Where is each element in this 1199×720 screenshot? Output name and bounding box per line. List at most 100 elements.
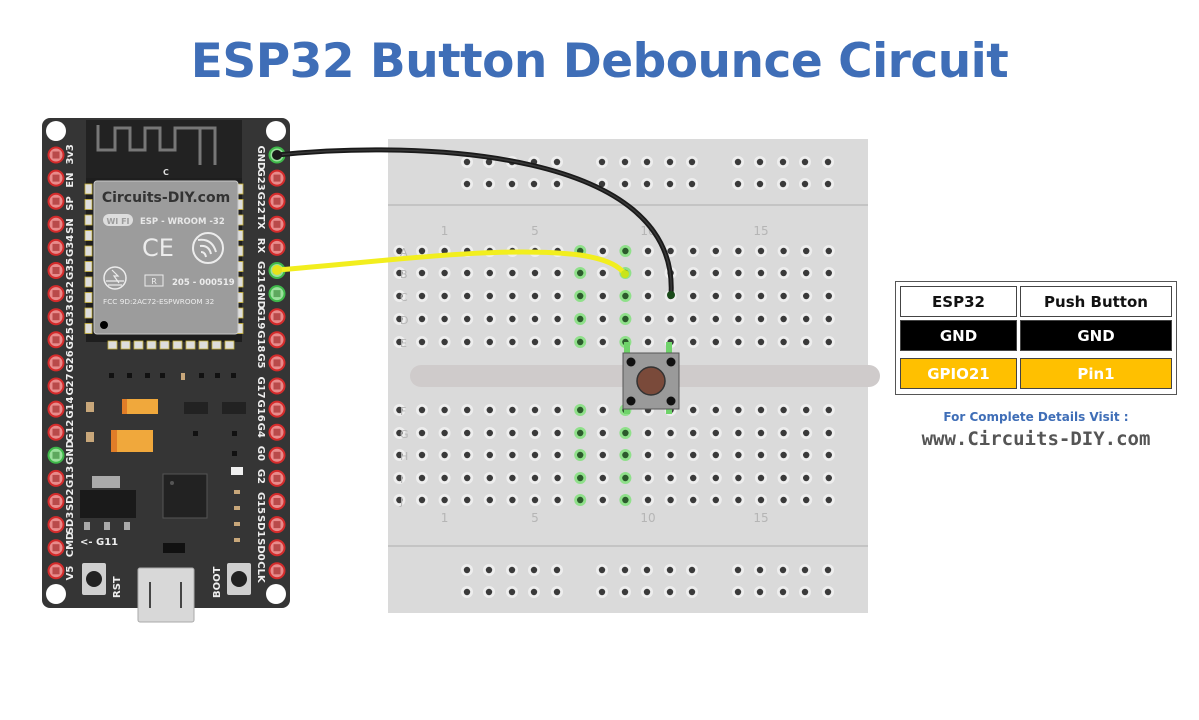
breadboard-hole[interactable] — [483, 336, 496, 348]
breadboard-hole[interactable] — [755, 427, 767, 439]
breadboard-hole[interactable] — [800, 313, 813, 325]
power-rail-hole[interactable] — [641, 156, 653, 168]
breadboard-hole[interactable] — [416, 427, 428, 439]
breadboard-hole[interactable] — [687, 472, 700, 484]
power-rail-hole[interactable] — [461, 178, 473, 190]
breadboard-hole[interactable] — [822, 290, 835, 302]
breadboard-hole[interactable] — [416, 449, 428, 461]
breadboard-hole[interactable] — [483, 290, 496, 302]
boot-button[interactable] — [227, 563, 251, 595]
breadboard-hole[interactable] — [551, 267, 564, 279]
breadboard-hole[interactable] — [687, 245, 700, 257]
power-rail-hole[interactable] — [551, 156, 563, 168]
breadboard-hole[interactable] — [461, 449, 474, 461]
power-rail-hole[interactable] — [664, 586, 676, 598]
breadboard-hole[interactable] — [461, 472, 474, 484]
breadboard-hole-connected[interactable] — [619, 449, 632, 461]
breadboard-hole[interactable] — [438, 290, 451, 302]
breadboard-hole[interactable] — [596, 267, 609, 279]
breadboard-hole[interactable] — [777, 494, 790, 506]
power-rail-hole[interactable] — [551, 178, 563, 190]
breadboard-hole[interactable] — [687, 313, 700, 325]
breadboard-hole[interactable] — [709, 313, 722, 325]
power-rail-hole[interactable] — [799, 178, 811, 190]
power-rail-hole[interactable] — [528, 586, 540, 598]
breadboard-hole[interactable] — [687, 427, 700, 439]
breadboard-hole[interactable] — [529, 336, 541, 348]
breadboard-hole[interactable] — [506, 472, 519, 484]
breadboard-hole[interactable] — [416, 472, 428, 484]
breadboard-hole[interactable] — [506, 267, 519, 279]
breadboard-hole[interactable] — [800, 336, 813, 348]
breadboard-hole[interactable] — [709, 449, 722, 461]
power-rail-hole[interactable] — [551, 586, 563, 598]
header-pin-cmd[interactable] — [47, 539, 65, 557]
breadboard-hole-connected[interactable] — [619, 427, 632, 439]
breadboard-hole[interactable] — [506, 336, 519, 348]
breadboard-hole[interactable] — [777, 290, 790, 302]
breadboard-hole[interactable] — [755, 245, 767, 257]
breadboard-hole[interactable] — [438, 449, 451, 461]
header-pin-g15[interactable] — [268, 493, 286, 510]
power-rail-hole[interactable] — [596, 586, 608, 598]
power-rail-hole[interactable] — [596, 564, 608, 576]
breadboard-hole[interactable] — [461, 494, 474, 506]
power-rail-hole[interactable] — [483, 564, 495, 576]
breadboard-hole[interactable] — [416, 267, 428, 279]
breadboard-hole[interactable] — [777, 336, 790, 348]
breadboard-hole-connected[interactable] — [574, 290, 587, 302]
breadboard-hole[interactable] — [596, 427, 609, 439]
breadboard-hole[interactable] — [822, 245, 835, 257]
header-pin-sd1[interactable] — [268, 516, 286, 534]
breadboard-hole[interactable] — [596, 336, 609, 348]
breadboard-hole[interactable] — [709, 472, 722, 484]
power-rail-hole[interactable] — [641, 586, 653, 598]
breadboard-hole[interactable] — [438, 494, 451, 506]
breadboard-hole[interactable] — [755, 336, 767, 348]
breadboard-hole[interactable] — [483, 427, 496, 439]
power-rail-hole[interactable] — [799, 564, 811, 576]
power-rail-hole[interactable] — [619, 156, 631, 168]
breadboard-hole[interactable] — [687, 449, 700, 461]
breadboard-hole[interactable] — [664, 472, 677, 484]
power-rail-hole[interactable] — [641, 564, 653, 576]
header-pin-clk[interactable] — [268, 562, 286, 580]
breadboard-hole[interactable] — [416, 336, 428, 348]
breadboard-hole[interactable] — [732, 494, 745, 506]
breadboard-hole[interactable] — [642, 494, 654, 506]
power-rail-hole[interactable] — [551, 564, 563, 576]
power-rail-hole[interactable] — [528, 564, 540, 576]
power-rail-hole[interactable] — [483, 586, 495, 598]
breadboard-hole[interactable] — [755, 313, 767, 325]
power-rail-hole[interactable] — [619, 586, 631, 598]
breadboard-hole[interactable] — [529, 404, 541, 416]
header-pin-g13[interactable] — [47, 469, 65, 487]
breadboard-hole-connected[interactable] — [619, 494, 632, 506]
power-rail-hole[interactable] — [619, 178, 631, 190]
header-pin-g23[interactable] — [268, 169, 286, 187]
header-pin-g27[interactable] — [47, 377, 65, 395]
header-pin-3v3[interactable] — [47, 146, 65, 164]
breadboard-hole[interactable] — [755, 267, 767, 279]
breadboard-hole[interactable] — [709, 336, 722, 348]
breadboard-hole-connected[interactable] — [619, 290, 632, 302]
rst-button[interactable] — [82, 563, 106, 595]
push-button[interactable] — [622, 342, 680, 414]
power-rail-hole[interactable] — [483, 178, 495, 190]
breadboard-hole[interactable] — [642, 427, 654, 439]
power-rail-hole[interactable] — [777, 586, 789, 598]
breadboard-hole[interactable] — [800, 404, 813, 416]
power-rail-hole[interactable] — [619, 564, 631, 576]
power-rail-hole[interactable] — [754, 564, 766, 576]
breadboard-hole[interactable] — [755, 472, 767, 484]
breadboard-hole[interactable] — [642, 313, 654, 325]
breadboard-hole[interactable] — [529, 313, 541, 325]
breadboard-hole[interactable] — [822, 449, 835, 461]
breadboard-hole[interactable] — [755, 494, 767, 506]
breadboard-hole[interactable] — [461, 427, 474, 439]
breadboard-hole[interactable] — [664, 494, 677, 506]
header-pin-g4[interactable] — [268, 423, 286, 441]
breadboard-hole[interactable] — [551, 494, 564, 506]
breadboard-hole[interactable] — [483, 494, 496, 506]
breadboard-hole[interactable] — [732, 313, 745, 325]
